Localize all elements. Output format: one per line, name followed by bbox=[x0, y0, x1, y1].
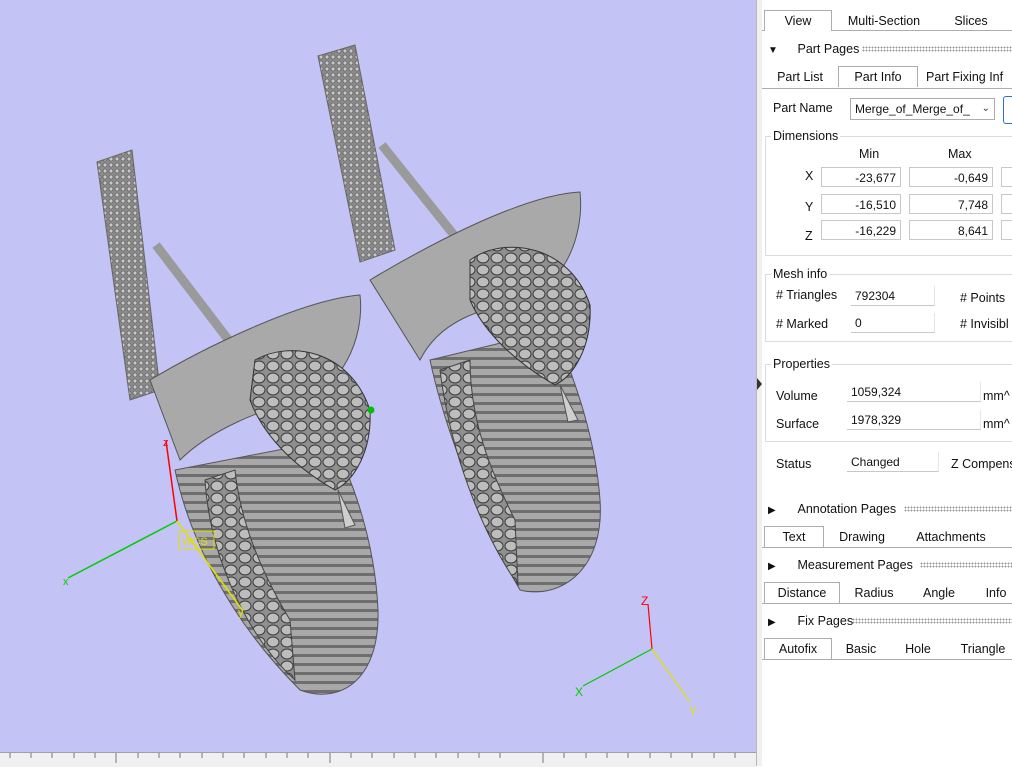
part-name-label: Part Name bbox=[773, 101, 833, 115]
tab-view[interactable]: View bbox=[764, 10, 832, 31]
part-action-button[interactable] bbox=[1003, 96, 1012, 124]
chevron-down-icon: ⌄ bbox=[981, 103, 990, 114]
tab-info[interactable]: Info bbox=[976, 583, 1012, 603]
collapsed-triangle-icon: ▶ bbox=[768, 505, 776, 516]
surface-label: Surface bbox=[776, 417, 820, 431]
dim-x-min[interactable]: -23,677 bbox=[821, 167, 901, 187]
support-strut bbox=[378, 142, 466, 248]
annotation-pages-header[interactable]: ▶ Annotation Pages bbox=[768, 500, 896, 518]
mesh-info-title: Mesh info bbox=[771, 267, 830, 281]
section-divider bbox=[862, 46, 1012, 52]
dim-col-min: Min bbox=[859, 147, 880, 161]
tab-attachments[interactable]: Attachments bbox=[910, 527, 992, 547]
fix-tabstrip bbox=[762, 659, 1012, 660]
wcs-label: WCS bbox=[182, 536, 208, 548]
tab-slices[interactable]: Slices bbox=[946, 11, 996, 31]
fix-pages-header[interactable]: ▶ Fix Pages bbox=[768, 612, 853, 630]
tab-part-fixing-info[interactable]: Part Fixing Inf bbox=[926, 67, 1012, 87]
part-pages-header[interactable]: ▼ Part Pages bbox=[768, 40, 859, 58]
mini-z-label: Z bbox=[641, 594, 648, 608]
mini-x-label: X bbox=[575, 685, 583, 699]
tab-text[interactable]: Text bbox=[764, 526, 824, 547]
tab-multi-section[interactable]: Multi-Section bbox=[838, 11, 930, 31]
section-divider bbox=[904, 506, 1012, 512]
dim-axis-y: Y bbox=[805, 200, 814, 214]
dim-axis-x: X bbox=[805, 169, 814, 183]
section-divider bbox=[852, 618, 1012, 624]
points-label: # Points bbox=[960, 291, 1006, 305]
annotation-pages-title: Annotation Pages bbox=[797, 502, 897, 516]
status-label: Status bbox=[776, 457, 812, 471]
dim-x-max[interactable]: -0,649 bbox=[909, 167, 993, 187]
marked-label: # Marked bbox=[776, 317, 829, 331]
ruler-ticks bbox=[9, 753, 736, 763]
dim-z-extra[interactable] bbox=[1001, 220, 1012, 240]
dim-y-max[interactable]: 7,748 bbox=[909, 194, 993, 214]
dim-x-extra[interactable] bbox=[1001, 167, 1012, 187]
tab-radius[interactable]: Radius bbox=[846, 583, 902, 603]
tab-triangle[interactable]: Triangle bbox=[954, 639, 1012, 659]
tab-angle[interactable]: Angle bbox=[914, 583, 964, 603]
dim-y-extra[interactable] bbox=[1001, 194, 1012, 214]
part-tabstrip bbox=[762, 88, 1012, 89]
dim-y-min[interactable]: -16,510 bbox=[821, 194, 901, 214]
surface-value: 1978,329 bbox=[847, 410, 981, 430]
volume-unit: mm^ bbox=[983, 389, 1010, 403]
collapsed-triangle-icon: ▶ bbox=[768, 617, 776, 628]
dimensions-title: Dimensions bbox=[771, 129, 841, 143]
wcs-z-label: z bbox=[163, 437, 169, 449]
tab-part-info[interactable]: Part Info bbox=[838, 66, 918, 87]
part-pages-title: Part Pages bbox=[797, 42, 860, 56]
support-pillar bbox=[96, 149, 161, 401]
triangles-value: 792304 bbox=[851, 286, 935, 306]
surface-unit: mm^ bbox=[983, 417, 1010, 431]
properties-panel: View Multi-Section Slices ▼ Part Pages P… bbox=[762, 0, 1012, 766]
measurement-pages-title: Measurement Pages bbox=[797, 558, 913, 572]
orientation-axes: Z X Y bbox=[575, 594, 697, 718]
section-divider bbox=[920, 562, 1012, 568]
dim-axis-z: Z bbox=[805, 229, 813, 243]
volume-label: Volume bbox=[776, 389, 818, 403]
bottom-ruler bbox=[0, 752, 756, 767]
tab-hole[interactable]: Hole bbox=[900, 639, 936, 659]
mini-y-label: Y bbox=[689, 704, 697, 718]
part-name-value: Merge_of_Merge_of_ bbox=[855, 102, 970, 116]
marked-value: 0 bbox=[851, 313, 935, 333]
triangles-label: # Triangles bbox=[776, 288, 838, 302]
measurement-pages-header[interactable]: ▶ Measurement Pages bbox=[768, 556, 913, 574]
annotation-tabstrip bbox=[762, 547, 1012, 548]
z-compensation-label: Z Compens bbox=[951, 457, 1012, 471]
collapsed-triangle-icon: ▶ bbox=[768, 561, 776, 572]
tab-distance[interactable]: Distance bbox=[764, 582, 840, 603]
wcs-y-label: y bbox=[238, 607, 244, 619]
measurement-tabstrip bbox=[762, 603, 1012, 604]
part-name-select[interactable]: Merge_of_Merge_of_ ⌄ bbox=[850, 98, 995, 120]
pivot-marker bbox=[367, 406, 375, 414]
dim-col-max: Max bbox=[948, 147, 972, 161]
expanded-triangle-icon: ▼ bbox=[768, 45, 778, 56]
fix-pages-title: Fix Pages bbox=[797, 614, 854, 628]
status-value: Changed bbox=[847, 452, 939, 472]
invisible-label: # Invisibl bbox=[960, 317, 1009, 331]
3d-viewport[interactable]: z x y WCS Z X Y bbox=[0, 0, 756, 766]
scene-canvas: z x y WCS Z X Y bbox=[63, 44, 697, 718]
dim-z-min[interactable]: -16,229 bbox=[821, 220, 901, 240]
wcs-x-label: x bbox=[63, 576, 69, 588]
properties-title: Properties bbox=[771, 357, 832, 371]
tab-autofix[interactable]: Autofix bbox=[764, 638, 832, 659]
tab-basic[interactable]: Basic bbox=[838, 639, 884, 659]
tab-part-list[interactable]: Part List bbox=[770, 67, 830, 87]
volume-value: 1059,324 bbox=[847, 382, 981, 402]
tab-drawing[interactable]: Drawing bbox=[832, 527, 892, 547]
dim-z-max[interactable]: 8,641 bbox=[909, 220, 993, 240]
